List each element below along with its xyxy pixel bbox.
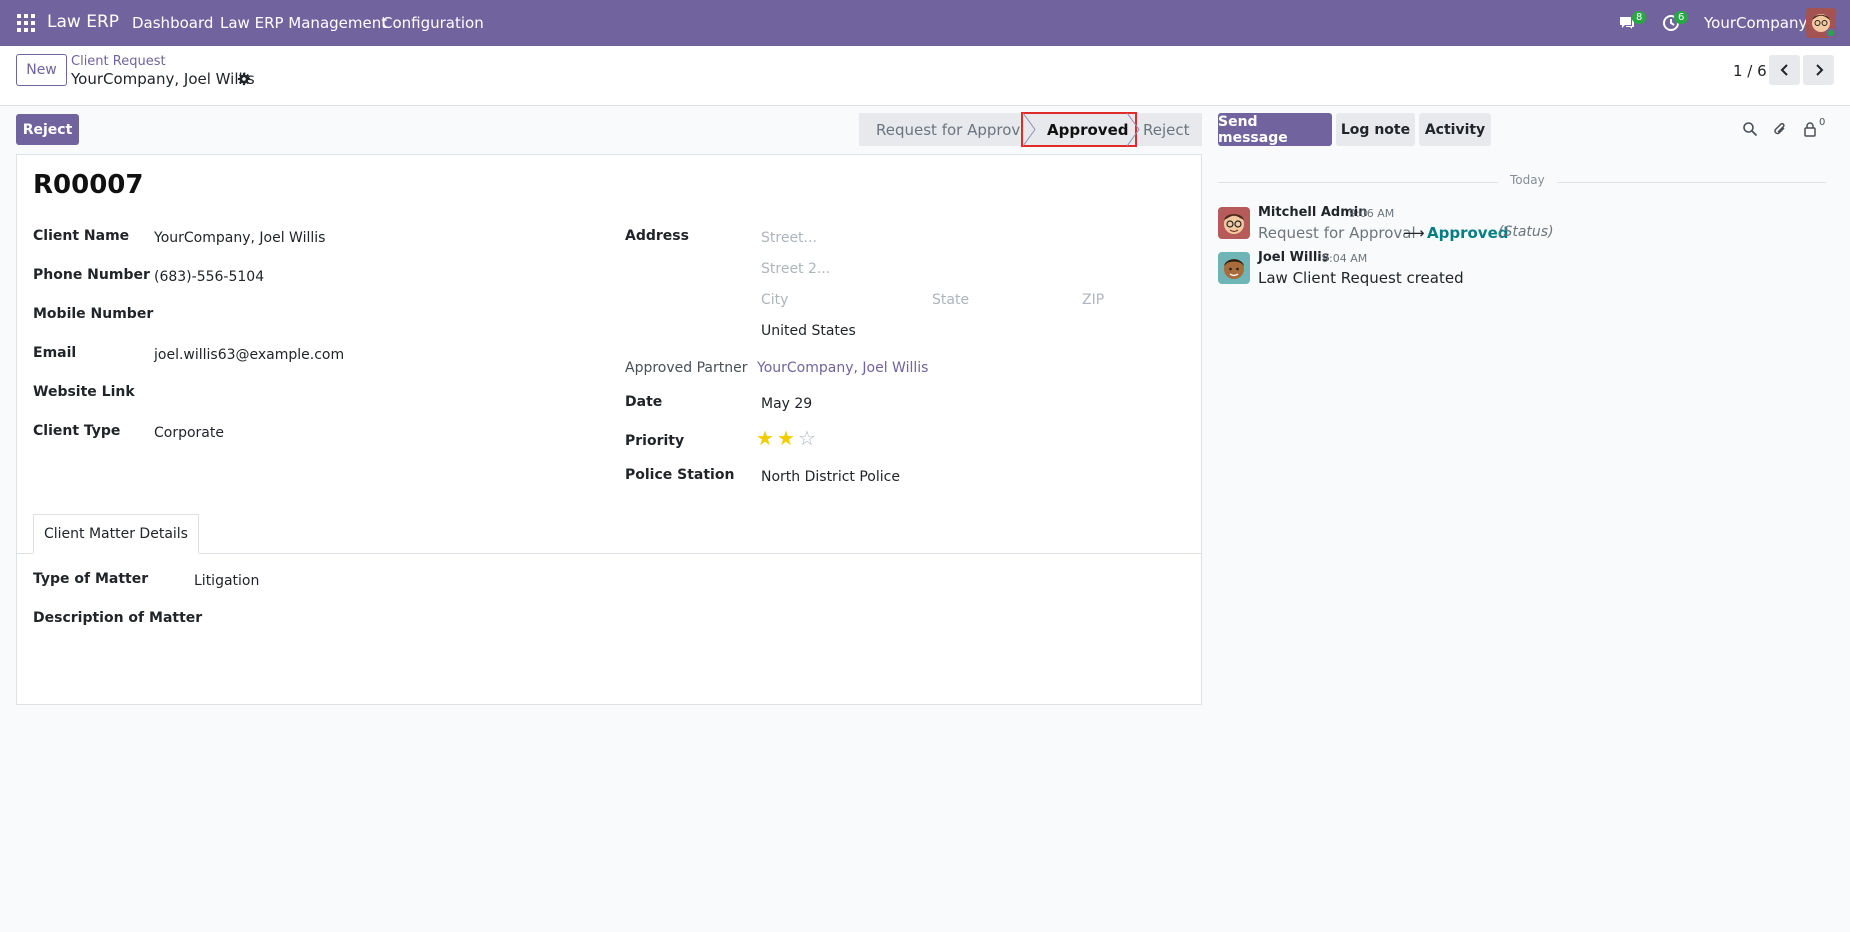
follower-lock-icon[interactable] bbox=[1803, 121, 1817, 137]
website-link-field[interactable] bbox=[154, 386, 574, 404]
joel-willis-avatar[interactable] bbox=[1218, 252, 1250, 284]
followers-count: 0 bbox=[1819, 117, 1826, 128]
stage-request-for-approval[interactable]: Request for Approval bbox=[876, 113, 1034, 146]
search-icon[interactable] bbox=[1742, 121, 1758, 137]
new-button[interactable]: New bbox=[16, 54, 67, 86]
description-of-matter-field[interactable] bbox=[194, 612, 1184, 672]
control-panel: New Client Request YourCompany, Joel Wil… bbox=[0, 46, 1850, 106]
email-field[interactable]: joel.willis63@example.com bbox=[154, 347, 344, 363]
date-field[interactable]: May 29 bbox=[761, 396, 812, 412]
chevron-right-icon bbox=[1815, 64, 1823, 76]
pager-value[interactable]: 1 / 6 bbox=[1733, 62, 1767, 80]
type-of-matter-label: Type of Matter bbox=[33, 571, 149, 587]
tracking-field-name: (Status) bbox=[1498, 224, 1554, 240]
gear-icon[interactable] bbox=[237, 72, 251, 86]
police-station-label: Police Station bbox=[625, 467, 735, 483]
breadcrumb-client-request[interactable]: Client Request bbox=[71, 54, 166, 69]
police-station-field[interactable]: North District Police bbox=[761, 469, 900, 485]
approved-partner-label: Approved Partner bbox=[625, 360, 748, 376]
mitchell-admin-avatar[interactable] bbox=[1218, 207, 1250, 239]
client-type-field[interactable]: Corporate bbox=[154, 425, 224, 441]
state-input[interactable]: State bbox=[932, 292, 969, 308]
app-brand[interactable]: Law ERP bbox=[47, 12, 119, 32]
breadcrumb-current-record: YourCompany, Joel Willis bbox=[71, 70, 255, 88]
tracking-arrow: ⟶ bbox=[1403, 224, 1425, 242]
message-author[interactable]: Joel Willis bbox=[1258, 250, 1329, 265]
address-label: Address bbox=[625, 228, 689, 244]
priority-star-2-icon[interactable]: ★ bbox=[777, 428, 795, 448]
message-time: 9:04 AM bbox=[1322, 252, 1368, 265]
stage-reject[interactable]: Reject bbox=[1143, 113, 1190, 146]
message-time: 9:06 AM bbox=[1349, 207, 1395, 220]
priority-star-1-icon[interactable]: ★ bbox=[756, 428, 774, 448]
tracking-old-value: Request for Approval bbox=[1258, 224, 1416, 242]
pager-previous-button[interactable] bbox=[1769, 55, 1800, 85]
mobile-number-label: Mobile Number bbox=[33, 306, 154, 322]
description-of-matter-label: Description of Matter bbox=[33, 610, 203, 626]
phone-number-field[interactable]: (683)-556-5104 bbox=[154, 269, 264, 285]
email-label: Email bbox=[33, 345, 77, 361]
street-input[interactable]: Street... bbox=[761, 230, 817, 246]
reject-button[interactable]: Reject bbox=[16, 114, 79, 145]
menu-configuration[interactable]: Configuration bbox=[382, 14, 484, 32]
log-note-button[interactable]: Log note bbox=[1336, 113, 1415, 146]
tab-client-matter-details[interactable]: Client Matter Details bbox=[33, 514, 199, 554]
client-name-field[interactable]: YourCompany, Joel Willis bbox=[154, 230, 325, 246]
mobile-number-field[interactable] bbox=[154, 308, 574, 326]
top-navbar: Law ERP Dashboard Law ERP Management Con… bbox=[0, 0, 1850, 46]
stage-approved[interactable]: Approved bbox=[1047, 113, 1128, 146]
date-separator-label: Today bbox=[1498, 173, 1557, 187]
phone-number-label: Phone Number bbox=[33, 267, 150, 283]
country-field[interactable]: United States bbox=[761, 323, 856, 339]
activities-count-badge: 6 bbox=[1674, 11, 1689, 24]
menu-dashboard[interactable]: Dashboard bbox=[132, 14, 213, 32]
activity-button[interactable]: Activity bbox=[1419, 113, 1491, 146]
website-link-label: Website Link bbox=[33, 384, 135, 400]
company-switcher[interactable]: YourCompany bbox=[1704, 14, 1807, 32]
messages-count-badge: 8 bbox=[1632, 11, 1647, 24]
online-status-icon bbox=[1826, 28, 1836, 38]
pager-next-button[interactable] bbox=[1803, 55, 1834, 85]
client-name-label: Client Name bbox=[33, 228, 130, 244]
zip-input[interactable]: ZIP bbox=[1082, 292, 1104, 308]
street2-input[interactable]: Street 2... bbox=[761, 261, 830, 277]
priority-label: Priority bbox=[625, 433, 685, 449]
message-body: Law Client Request created bbox=[1258, 269, 1464, 287]
client-type-label: Client Type bbox=[33, 423, 121, 439]
chevron-left-icon bbox=[1780, 64, 1788, 76]
priority-star-3-icon[interactable]: ☆ bbox=[798, 428, 816, 448]
apps-menu-icon[interactable] bbox=[17, 14, 35, 32]
menu-law-erp-management[interactable]: Law ERP Management bbox=[220, 14, 387, 32]
record-reference: R00007 bbox=[33, 170, 144, 200]
paperclip-icon[interactable] bbox=[1772, 120, 1788, 138]
send-message-button[interactable]: Send message bbox=[1218, 113, 1332, 146]
tracking-new-value: Approved bbox=[1427, 224, 1509, 242]
date-label: Date bbox=[625, 394, 663, 410]
city-input[interactable]: City bbox=[761, 292, 788, 308]
type-of-matter-field[interactable]: Litigation bbox=[194, 573, 259, 589]
approved-partner-link[interactable]: YourCompany, Joel Willis bbox=[757, 360, 928, 376]
